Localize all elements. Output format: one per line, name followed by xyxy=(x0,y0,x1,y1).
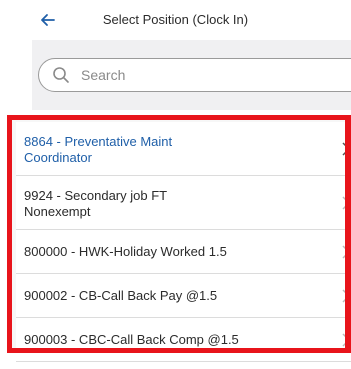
list-item-label: 8864 - Preventative Maint Coordinator xyxy=(24,134,173,165)
list-item-800000[interactable]: 800000 - HWK-Holiday Worked 1.5 xyxy=(16,230,351,274)
select-position-screen: Select Position (Clock In) 8864 - Preven… xyxy=(0,0,351,369)
chevron-right-icon xyxy=(342,332,350,347)
header: Select Position (Clock In) xyxy=(0,0,351,40)
chevron-right-icon xyxy=(342,141,350,156)
chevron-right-icon xyxy=(342,288,350,303)
search-input[interactable] xyxy=(81,65,331,85)
list-item-label: 800000 - HWK-Holiday Worked 1.5 xyxy=(24,244,227,259)
page-title: Select Position (Clock In) xyxy=(102,12,249,27)
chevron-right-icon xyxy=(342,244,350,259)
position-list: 8864 - Preventative Maint Coordinator 99… xyxy=(16,122,351,362)
list-item-label: 9924 - Secondary job FT Nonexempt xyxy=(24,188,167,219)
list-item-900002[interactable]: 900002 - CB-Call Back Pay @1.5 xyxy=(16,274,351,318)
list-item-900003[interactable]: 900003 - CBC-Call Back Comp @1.5 xyxy=(16,318,351,362)
search-icon xyxy=(53,67,69,83)
list-item-label: 900003 - CBC-Call Back Comp @1.5 xyxy=(24,332,239,347)
list-item-8864[interactable]: 8864 - Preventative Maint Coordinator xyxy=(16,122,351,176)
search-box[interactable] xyxy=(38,58,351,92)
chevron-right-icon xyxy=(342,195,350,210)
list-item-9924[interactable]: 9924 - Secondary job FT Nonexempt xyxy=(16,176,351,230)
list-item-label: 900002 - CB-Call Back Pay @1.5 xyxy=(24,288,218,303)
